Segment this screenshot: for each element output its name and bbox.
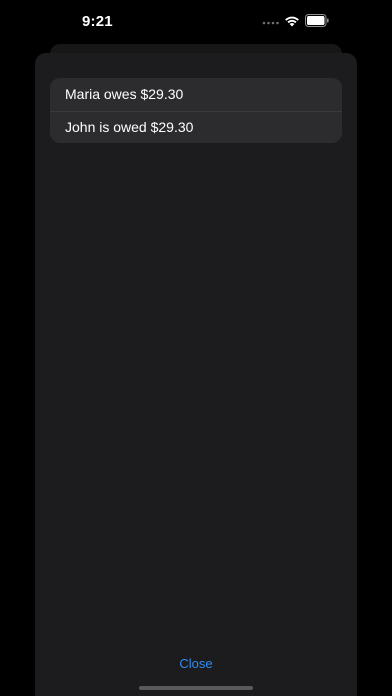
status-time: 9:21 xyxy=(82,13,113,30)
balance-row-maria: Maria owes $29.30 xyxy=(50,78,342,111)
balance-row-john: John is owed $29.30 xyxy=(50,110,342,144)
screen: 9:21 Maria owes $29.30 John is owed $29.… xyxy=(0,0,392,696)
balances-list: Maria owes $29.30 John is owed $29.30 xyxy=(50,78,342,143)
status-bar: 9:21 xyxy=(0,0,392,44)
home-indicator[interactable] xyxy=(139,686,253,690)
close-button[interactable]: Close xyxy=(166,652,226,674)
balances-sheet xyxy=(35,53,357,696)
balance-text: Maria owes $29.30 xyxy=(65,86,184,103)
wifi-icon xyxy=(285,16,299,27)
cellular-signal-icon xyxy=(262,21,279,25)
balance-text: John is owed $29.30 xyxy=(65,119,194,136)
battery-icon xyxy=(305,14,329,27)
